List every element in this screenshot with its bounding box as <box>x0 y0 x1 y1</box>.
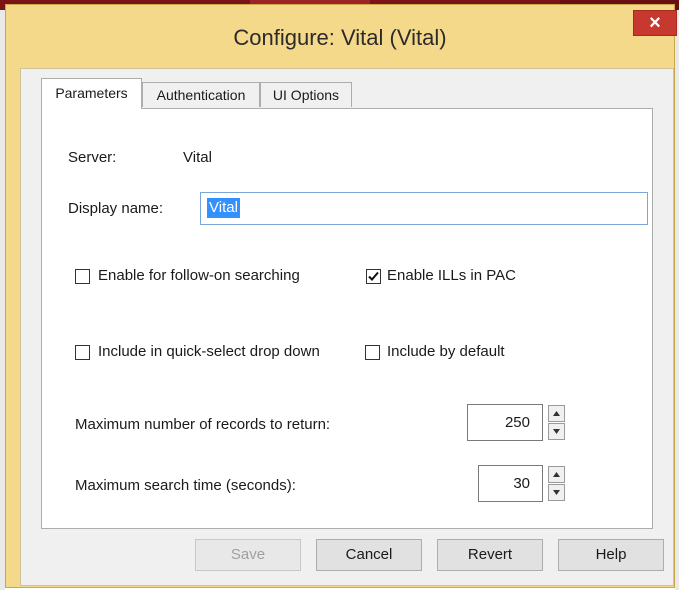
dialog-window: Configure: Vital (Vital) × Parameters Au… <box>5 4 677 588</box>
display-name-label: Display name: <box>68 200 164 217</box>
follow-on-label: Enable for follow-on searching <box>98 267 300 284</box>
help-button[interactable]: Help <box>558 539 664 571</box>
tab-ui-options[interactable]: UI Options <box>260 82 352 107</box>
ills-label: Enable ILLs in PAC <box>387 267 516 284</box>
follow-on-checkbox[interactable] <box>75 269 90 284</box>
arrow-up-icon <box>553 411 560 416</box>
include-default-label: Include by default <box>387 343 505 360</box>
close-icon: × <box>649 12 661 34</box>
quick-select-checkbox[interactable] <box>75 345 90 360</box>
window-backdrop-right <box>675 0 679 590</box>
tab-parameters[interactable]: Parameters <box>41 78 142 109</box>
dialog-client-area: Parameters Authentication UI Options Ser… <box>20 68 674 586</box>
server-label: Server: <box>68 149 117 166</box>
ills-checkbox[interactable] <box>366 269 381 284</box>
spin-down-button[interactable] <box>548 423 565 440</box>
quick-select-label: Include in quick-select drop down <box>98 343 320 360</box>
tab-authentication[interactable]: Authentication <box>142 82 260 107</box>
max-records-label: Maximum number of records to return: <box>75 416 331 433</box>
include-default-checkbox[interactable] <box>365 345 380 360</box>
display-name-input[interactable]: Vital <box>200 192 648 225</box>
arrow-down-icon <box>553 490 560 495</box>
save-button[interactable]: Save <box>195 539 301 571</box>
max-time-label: Maximum search time (seconds): <box>75 477 296 494</box>
spin-up-button[interactable] <box>548 466 565 483</box>
arrow-down-icon <box>553 429 560 434</box>
spin-down-button[interactable] <box>548 484 565 501</box>
arrow-up-icon <box>553 472 560 477</box>
max-time-spinner[interactable] <box>548 466 565 501</box>
display-name-selected-text: Vital <box>207 198 240 218</box>
cancel-button[interactable]: Cancel <box>316 539 422 571</box>
max-records-spinner[interactable] <box>548 405 565 440</box>
revert-button[interactable]: Revert <box>437 539 543 571</box>
close-button[interactable]: × <box>633 10 677 36</box>
window-title: Configure: Vital (Vital) <box>233 25 447 50</box>
spin-up-button[interactable] <box>548 405 565 422</box>
parameters-panel: Server: Vital Display name: Vital Enable… <box>41 108 653 529</box>
server-value: Vital <box>183 149 212 166</box>
max-time-input[interactable]: 30 <box>478 465 543 502</box>
max-records-input[interactable]: 250 <box>467 404 543 441</box>
checkmark-icon <box>368 271 379 281</box>
